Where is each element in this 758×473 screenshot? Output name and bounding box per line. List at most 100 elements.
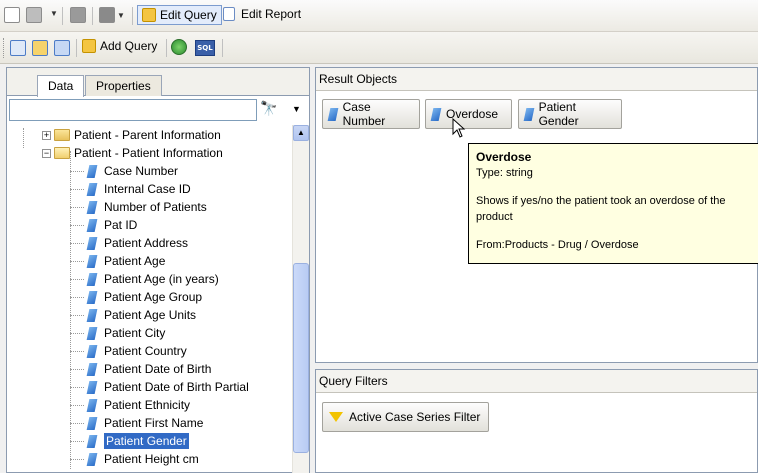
view-query-button[interactable] (10, 40, 26, 56)
scroll-up-icon[interactable]: ▲ (293, 125, 309, 141)
tree-folder-patient-information[interactable]: − Patient - Patient Information (42, 144, 223, 162)
main-toolbar: ▼ ▼ Edit Query Edit Report (0, 0, 758, 32)
tree-item-pat-id[interactable]: Pat ID (70, 216, 137, 234)
tree-item-patient-age-units[interactable]: Patient Age Units (70, 306, 196, 324)
tree-scrollbar[interactable]: ▲ (292, 125, 309, 473)
tree-folder-label: Patient - Parent Information (74, 128, 221, 142)
tree-item-label: Patient Height cm (104, 452, 199, 466)
tree-item-label: Pat ID (104, 218, 138, 232)
new-document-button[interactable] (4, 7, 20, 23)
dimension-object-icon (430, 107, 442, 121)
open-folder-icon (54, 147, 70, 159)
search-input[interactable] (9, 99, 257, 121)
folder-icon (54, 129, 70, 141)
view-layout-button[interactable] (54, 40, 70, 56)
sql-button[interactable]: SQL (195, 40, 215, 56)
toolbar-separator (222, 39, 223, 57)
export-button[interactable]: ▼ (99, 7, 125, 23)
query-filters-title: Query Filters (316, 370, 757, 393)
tree-item-internal-case-id[interactable]: Internal Case ID (70, 180, 191, 198)
toolbar-separator (92, 7, 93, 25)
tree-item-label: Case Number (104, 164, 179, 178)
dimension-object-icon (86, 452, 98, 466)
tree-item-patient-ethnicity[interactable]: Patient Ethnicity (70, 396, 190, 414)
dimension-object-icon (327, 107, 338, 121)
refresh-query-button[interactable] (171, 39, 187, 55)
tree-item-case-number[interactable]: Case Number (70, 162, 178, 180)
refresh-icon (171, 39, 187, 55)
chevron-down-icon: ▼ (50, 9, 58, 18)
tree-item-label: Internal Case ID (104, 182, 191, 196)
dimension-object-icon (86, 272, 98, 286)
tree-item-label: Patient Age (104, 254, 166, 268)
tree-item-label: Patient City (104, 326, 166, 340)
tab-properties[interactable]: Properties (85, 75, 162, 96)
expand-icon[interactable]: + (42, 130, 51, 140)
tree-item-patient-country[interactable]: Patient Country (70, 342, 187, 360)
tree-item-patient-age-group[interactable]: Patient Age Group (70, 288, 202, 306)
toolbar-separator (62, 7, 63, 25)
dimension-object-icon (86, 380, 98, 394)
tree-folder-parent-information[interactable]: + Patient - Parent Information (42, 126, 221, 144)
save-button[interactable] (26, 7, 42, 23)
tree-item-patient-height-cm[interactable]: Patient Height cm (70, 450, 199, 468)
tree-item-patient-age-years[interactable]: Patient Age (in years) (70, 270, 219, 288)
data-panel: Data Properties 🔭 ▼ + Patient - Parent I… (6, 67, 310, 473)
dimension-object-icon (86, 326, 98, 340)
tree-item-label: Patient First Name (104, 416, 204, 430)
tree-item-patient-first-name[interactable]: Patient First Name (70, 414, 203, 432)
save-dropdown-button[interactable]: ▼ (48, 9, 58, 18)
filter-icon (329, 412, 343, 422)
result-objects-title: Result Objects (316, 68, 757, 91)
query-view-icon (10, 40, 26, 56)
find-binoculars-icon[interactable]: 🔭 (260, 100, 280, 120)
tree-item-patient-date-of-birth-partial[interactable]: Patient Date of Birth Partial (70, 378, 249, 396)
data-view-icon (32, 40, 48, 56)
edit-report-button[interactable]: Edit Report (223, 7, 301, 21)
print-button[interactable] (70, 7, 86, 23)
tooltip-type: Type: string (476, 167, 533, 179)
tree-item-patient-address[interactable]: Patient Address (70, 234, 188, 252)
add-query-button[interactable]: Add Query (82, 39, 157, 53)
chevron-down-icon[interactable]: ▼ (292, 104, 301, 114)
edit-query-button[interactable]: Edit Query (137, 5, 222, 25)
report-icon (223, 7, 235, 21)
tree-folder-label: Patient - Patient Information (74, 146, 223, 160)
tree-item-patient-age[interactable]: Patient Age (70, 252, 165, 270)
result-object-overdose[interactable]: Overdose (425, 99, 512, 129)
tree-item-label: Patient Address (104, 236, 189, 250)
layout-icon (54, 40, 70, 56)
tree-item-label: Patient Ethnicity (104, 398, 191, 412)
filter-label: Active Case Series Filter (349, 410, 481, 424)
active-case-series-filter[interactable]: Active Case Series Filter (322, 402, 490, 432)
tree-item-patient-date-of-birth[interactable]: Patient Date of Birth (70, 360, 211, 378)
edit-report-label: Edit Report (241, 7, 302, 21)
tree-item-label-selected: Patient Gender (104, 433, 189, 449)
data-tree: + Patient - Parent Information − Patient… (9, 124, 289, 473)
view-data-button[interactable] (32, 40, 48, 56)
result-object-label: Patient Gender (538, 100, 579, 128)
result-object-case-number[interactable]: Case Number (322, 99, 420, 129)
dimension-object-icon (86, 236, 98, 250)
dimension-object-icon (86, 164, 98, 178)
save-icon (26, 7, 42, 23)
dimension-object-icon (86, 308, 98, 322)
tab-data[interactable]: Data (37, 75, 85, 97)
result-object-patient-gender[interactable]: Patient Gender (518, 99, 622, 129)
result-object-label: Case Number (342, 100, 386, 128)
dimension-object-icon (86, 344, 98, 358)
collapse-icon[interactable]: − (42, 148, 51, 158)
sql-icon: SQL (197, 44, 213, 52)
new-document-icon (4, 7, 20, 23)
query-panel-icon (142, 8, 156, 22)
tree-item-patient-city[interactable]: Patient City (70, 324, 165, 342)
tree-item-number-of-patients[interactable]: Number of Patients (70, 198, 207, 216)
tree-item-patient-gender[interactable]: Patient Gender (70, 432, 189, 450)
panel-tabs: Data Properties (7, 68, 309, 97)
dimension-object-icon (86, 290, 98, 304)
scrollbar-thumb[interactable] (293, 263, 309, 453)
tooltip-title: Overdose (476, 150, 532, 164)
add-query-icon (82, 39, 96, 53)
dimension-object-icon (86, 416, 98, 430)
object-tooltip: Overdose Type: string Shows if yes/no th… (468, 143, 758, 264)
